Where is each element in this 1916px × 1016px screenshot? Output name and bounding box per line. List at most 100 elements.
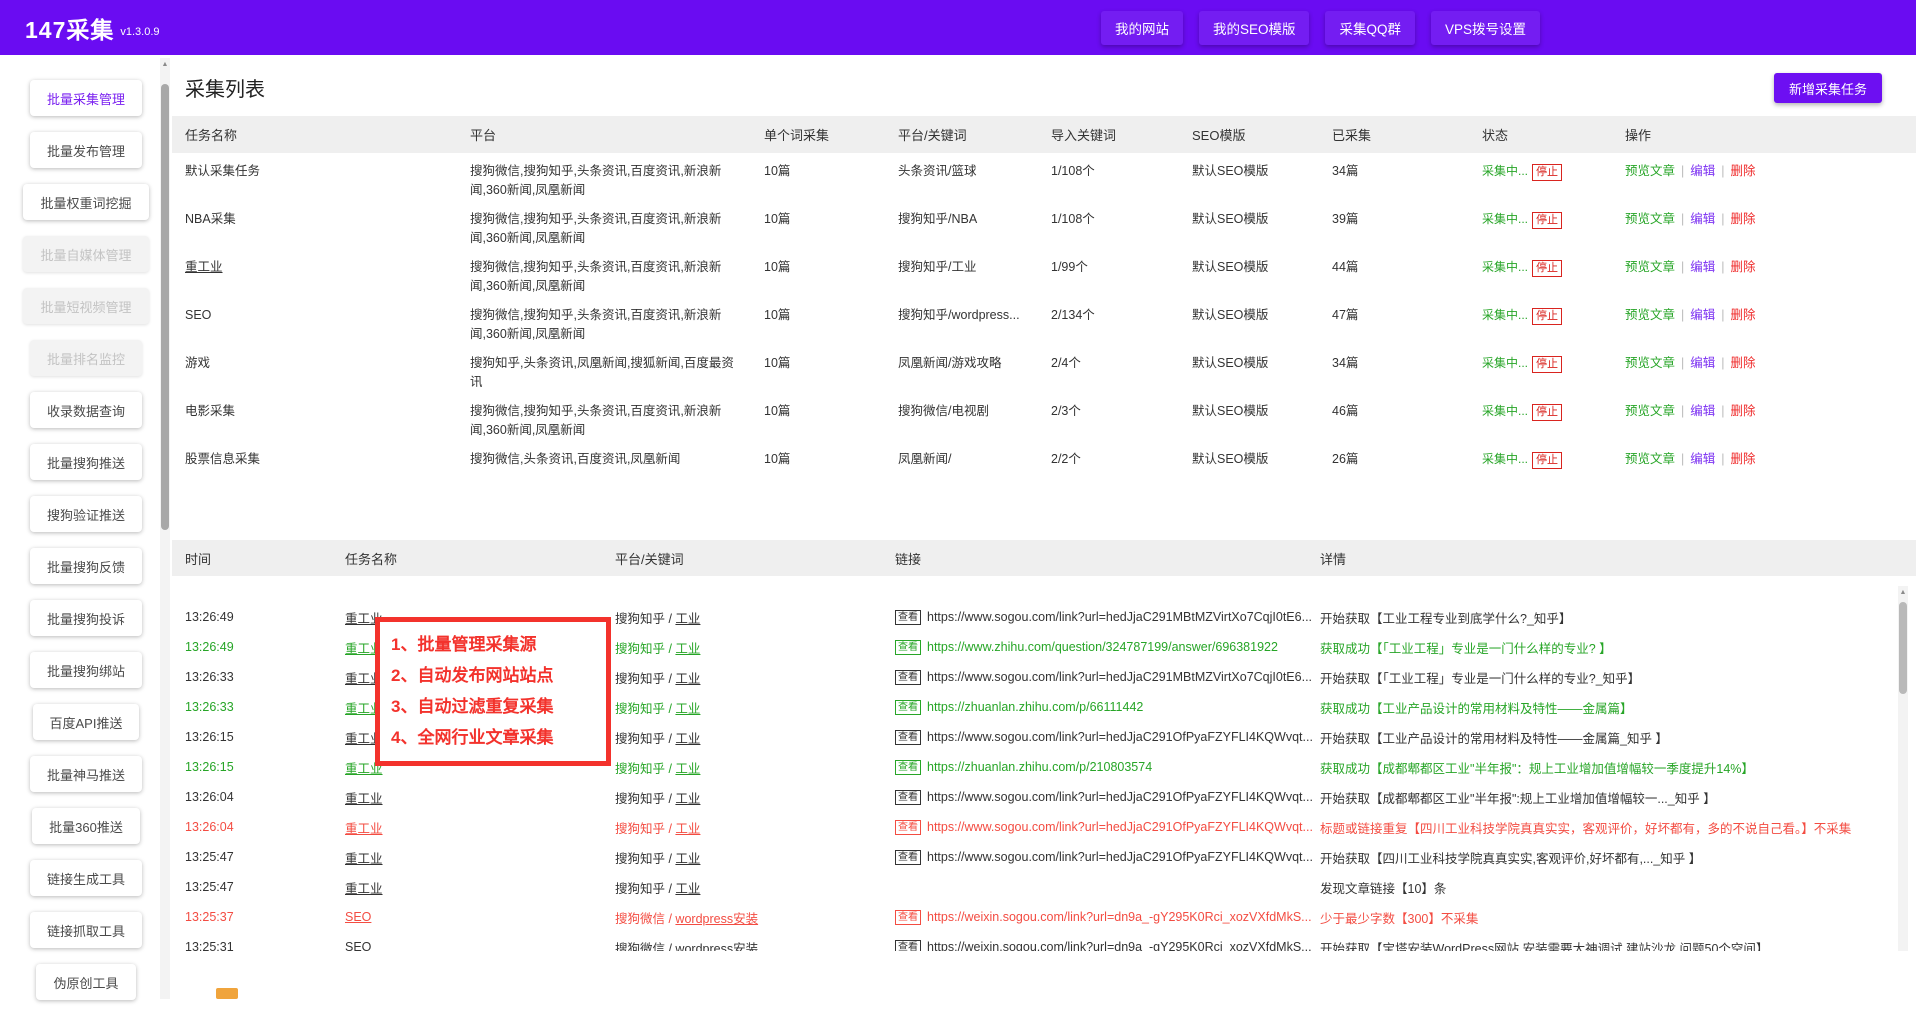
- sidebar-item[interactable]: 批量搜狗反馈: [30, 548, 142, 584]
- preview-article-link[interactable]: 预览文章: [1625, 356, 1675, 370]
- preview-article-link[interactable]: 预览文章: [1625, 404, 1675, 418]
- log-task-name[interactable]: SEO: [345, 910, 371, 924]
- task-name[interactable]: 重工业: [185, 249, 470, 277]
- log-task-name[interactable]: 重工业: [345, 852, 383, 866]
- view-badge[interactable]: 查看: [895, 610, 921, 625]
- stop-button[interactable]: 停止: [1532, 212, 1562, 229]
- task-name[interactable]: NBA采集: [185, 201, 470, 229]
- delete-link[interactable]: 删除: [1731, 356, 1756, 370]
- preview-article-link[interactable]: 预览文章: [1625, 452, 1675, 466]
- sidebar-item[interactable]: 收录数据查询: [30, 392, 142, 428]
- log-scrollbar[interactable]: ▲: [1898, 586, 1908, 951]
- sidebar-item[interactable]: 批量采集管理: [30, 80, 142, 116]
- stop-button[interactable]: 停止: [1532, 308, 1562, 325]
- content-scrollbar[interactable]: ▲: [160, 58, 170, 999]
- log-task-name[interactable]: SEO: [345, 940, 371, 951]
- sidebar-item[interactable]: 批量发布管理: [30, 132, 142, 168]
- edit-link[interactable]: 编辑: [1690, 260, 1715, 274]
- stop-button[interactable]: 停止: [1532, 356, 1562, 373]
- top-nav-item[interactable]: 我的网站: [1101, 11, 1183, 45]
- task-name[interactable]: SEO: [185, 297, 470, 325]
- edit-link[interactable]: 编辑: [1690, 404, 1715, 418]
- view-badge[interactable]: 查看: [895, 790, 921, 805]
- edit-link[interactable]: 编辑: [1690, 212, 1715, 226]
- sidebar-item[interactable]: 批量搜狗推送: [30, 444, 142, 480]
- view-badge[interactable]: 查看: [895, 640, 921, 655]
- edit-link[interactable]: 编辑: [1690, 164, 1715, 178]
- log-keyword[interactable]: 工业: [675, 612, 700, 626]
- delete-link[interactable]: 删除: [1731, 260, 1756, 274]
- scrollbar-thumb[interactable]: [1899, 602, 1907, 694]
- log-url[interactable]: https://www.sogou.com/link?url=hedJjaC29…: [927, 730, 1313, 744]
- task-name[interactable]: 股票信息采集: [185, 441, 470, 469]
- task-name[interactable]: 默认采集任务: [185, 153, 470, 181]
- stop-button[interactable]: 停止: [1532, 404, 1562, 421]
- log-url[interactable]: https://zhuanlan.zhihu.com/p/210803574: [927, 760, 1152, 774]
- delete-link[interactable]: 删除: [1731, 164, 1756, 178]
- log-url[interactable]: https://www.sogou.com/link?url=hedJjaC29…: [927, 790, 1313, 804]
- preview-article-link[interactable]: 预览文章: [1625, 212, 1675, 226]
- view-badge[interactable]: 查看: [895, 730, 921, 745]
- edit-link[interactable]: 编辑: [1690, 452, 1715, 466]
- log-task-name[interactable]: 重工业: [345, 822, 383, 836]
- log-url[interactable]: https://weixin.sogou.com/link?url=dn9a_-…: [927, 940, 1312, 952]
- log-keyword[interactable]: 工业: [675, 852, 700, 866]
- log-keyword[interactable]: 工业: [675, 732, 700, 746]
- sidebar-item[interactable]: 链接生成工具: [30, 860, 142, 896]
- log-keyword[interactable]: 工业: [675, 702, 700, 716]
- log-url[interactable]: https://www.sogou.com/link?url=hedJjaC29…: [927, 670, 1312, 684]
- view-badge[interactable]: 查看: [895, 850, 921, 865]
- sidebar-item[interactable]: 批量权重词挖掘: [23, 184, 148, 220]
- sidebar-item[interactable]: 批量搜狗绑站: [30, 652, 142, 688]
- edit-link[interactable]: 编辑: [1690, 308, 1715, 322]
- scrollbar-thumb[interactable]: [161, 84, 169, 530]
- preview-article-link[interactable]: 预览文章: [1625, 308, 1675, 322]
- log-keyword[interactable]: wordpress安装: [675, 942, 758, 952]
- sidebar-item[interactable]: 批量自媒体管理: [23, 236, 148, 272]
- view-badge[interactable]: 查看: [895, 940, 921, 952]
- log-keyword[interactable]: 工业: [675, 762, 700, 776]
- view-badge[interactable]: 查看: [895, 670, 921, 685]
- sidebar-item[interactable]: 批量神马推送: [30, 756, 142, 792]
- stop-button[interactable]: 停止: [1532, 260, 1562, 277]
- log-keyword[interactable]: wordpress安装: [675, 912, 758, 926]
- sidebar-item[interactable]: 批量短视频管理: [23, 288, 148, 324]
- sidebar-item[interactable]: 伪原创工具: [36, 964, 135, 1000]
- edit-link[interactable]: 编辑: [1690, 356, 1715, 370]
- log-url[interactable]: https://www.sogou.com/link?url=hedJjaC29…: [927, 820, 1313, 834]
- log-url[interactable]: https://www.sogou.com/link?url=hedJjaC29…: [927, 610, 1312, 624]
- log-url[interactable]: https://zhuanlan.zhihu.com/p/66111442: [927, 700, 1143, 714]
- delete-link[interactable]: 删除: [1731, 212, 1756, 226]
- stop-button[interactable]: 停止: [1532, 452, 1562, 469]
- log-task-name[interactable]: 重工业: [345, 882, 383, 896]
- delete-link[interactable]: 删除: [1731, 452, 1756, 466]
- view-badge[interactable]: 查看: [895, 760, 921, 775]
- preview-article-link[interactable]: 预览文章: [1625, 260, 1675, 274]
- log-keyword[interactable]: 工业: [675, 792, 700, 806]
- log-url[interactable]: https://www.sogou.com/link?url=hedJjaC29…: [927, 850, 1313, 864]
- log-task-name[interactable]: 重工业: [345, 792, 383, 806]
- sidebar-item[interactable]: 批量搜狗投诉: [30, 600, 142, 636]
- task-name[interactable]: 游戏: [185, 345, 470, 373]
- delete-link[interactable]: 删除: [1731, 404, 1756, 418]
- sidebar-item[interactable]: 百度API推送: [33, 704, 140, 740]
- log-url[interactable]: https://www.zhihu.com/question/324787199…: [927, 640, 1278, 654]
- top-nav-item[interactable]: VPS拨号设置: [1431, 11, 1540, 45]
- scroll-up-icon[interactable]: ▲: [160, 60, 170, 70]
- sidebar-item[interactable]: 链接抓取工具: [30, 912, 142, 948]
- scroll-up-icon[interactable]: ▲: [1898, 588, 1908, 598]
- stop-button[interactable]: 停止: [1532, 164, 1562, 181]
- log-keyword[interactable]: 工业: [675, 642, 700, 656]
- log-url[interactable]: https://weixin.sogou.com/link?url=dn9a_-…: [927, 910, 1312, 924]
- log-keyword[interactable]: 工业: [675, 672, 700, 686]
- view-badge[interactable]: 查看: [895, 910, 921, 925]
- log-keyword[interactable]: 工业: [675, 822, 700, 836]
- top-nav-item[interactable]: 采集QQ群: [1325, 11, 1415, 45]
- top-nav-item[interactable]: 我的SEO模版: [1199, 11, 1310, 45]
- log-keyword[interactable]: 工业: [675, 882, 700, 896]
- delete-link[interactable]: 删除: [1731, 308, 1756, 322]
- task-name[interactable]: 电影采集: [185, 393, 470, 421]
- view-badge[interactable]: 查看: [895, 820, 921, 835]
- sidebar-item[interactable]: 批量360推送: [32, 808, 140, 844]
- sidebar-item[interactable]: 搜狗验证推送: [30, 496, 142, 532]
